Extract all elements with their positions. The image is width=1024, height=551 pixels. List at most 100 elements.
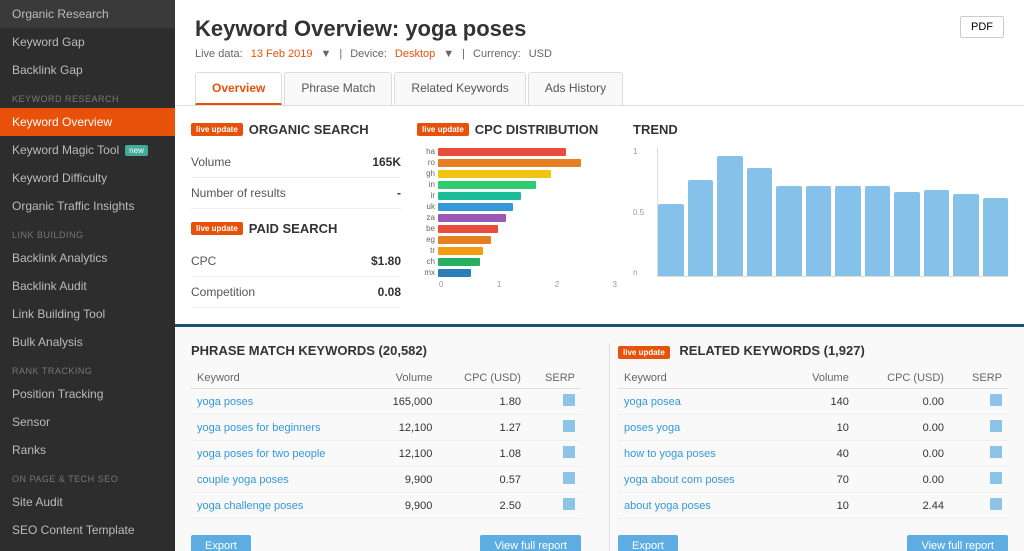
cpc-x-labels: 0 1 2 3 bbox=[417, 280, 617, 289]
phrase-cpc-2: 1.08 bbox=[438, 441, 527, 467]
sidebar-item-position-tracking[interactable]: Position Tracking bbox=[0, 380, 175, 408]
rel-col-keyword: Keyword bbox=[618, 368, 788, 389]
device-label: Device: bbox=[350, 48, 387, 60]
cpc-bar-row-0: ha bbox=[417, 147, 617, 156]
live-data-label: Live data: bbox=[195, 48, 243, 60]
phrase-match-title: PHRASE MATCH KEYWORDS (20,582) bbox=[191, 343, 581, 358]
phrase-kw-link-4[interactable]: yoga challenge poses bbox=[197, 500, 303, 512]
cpc-bar-6 bbox=[438, 214, 506, 222]
rel-col-cpc: CPC (USD) bbox=[855, 368, 950, 389]
phrase-match-row-4: yoga challenge poses 9,900 2.50 bbox=[191, 493, 581, 519]
sidebar-item-backlink-gap[interactable]: Backlink Gap bbox=[0, 56, 175, 84]
sidebar-item-organic-research[interactable]: Organic Research bbox=[0, 0, 175, 28]
sidebar-section-keyword-research: Keyword Research bbox=[0, 84, 175, 108]
cpc-distribution-panel: live update CPC DISTRIBUTION haroghiniru… bbox=[417, 122, 617, 308]
phrase-kw-link-1[interactable]: yoga poses for beginners bbox=[197, 422, 321, 434]
related-kw-link-3[interactable]: yoga about com poses bbox=[624, 474, 735, 486]
main-content: Keyword Overview: yoga poses PDF Live da… bbox=[175, 0, 1024, 551]
sidebar-item-keyword-overview[interactable]: Keyword Overview bbox=[0, 108, 175, 136]
cpc-bar-0 bbox=[438, 148, 566, 156]
cpc-bar-row-11: mx bbox=[417, 268, 617, 277]
related-vol-2: 40 bbox=[788, 441, 855, 467]
sidebar-item-ranks[interactable]: Ranks bbox=[0, 436, 175, 464]
phrase-match-view-full-button[interactable]: View full report bbox=[480, 535, 581, 551]
related-kw-view-full-button[interactable]: View full report bbox=[907, 535, 1008, 551]
trend-chart bbox=[657, 147, 1008, 277]
trend-bar-6 bbox=[835, 186, 861, 276]
related-kw-link-2[interactable]: how to yoga poses bbox=[624, 448, 716, 460]
trend-title: TREND bbox=[633, 122, 1008, 137]
cpc-bar-row-9: tr bbox=[417, 246, 617, 255]
tab-overview[interactable]: Overview bbox=[195, 72, 282, 105]
related-kw-link-4[interactable]: about yoga poses bbox=[624, 500, 711, 512]
related-serp-0 bbox=[950, 389, 1008, 415]
bottom-section: PHRASE MATCH KEYWORDS (20,582) Keyword V… bbox=[175, 327, 1024, 551]
rel-col-volume: Volume bbox=[788, 368, 855, 389]
tab-phrase-match-tab[interactable]: Phrase Match bbox=[284, 72, 392, 105]
phrase-match-actions: Export View full report bbox=[191, 527, 581, 551]
cpc-bar-3 bbox=[438, 181, 536, 189]
sidebar-item-organic-traffic[interactable]: Organic Traffic Insights bbox=[0, 192, 175, 220]
phrase-cpc-3: 0.57 bbox=[438, 467, 527, 493]
related-kw-row-3: yoga about com poses 70 0.00 bbox=[618, 467, 1008, 493]
sidebar-item-link-building-tool[interactable]: Link Building Tool bbox=[0, 300, 175, 328]
tab-ads-history-tab[interactable]: Ads History bbox=[528, 72, 623, 105]
results-row: Number of results - bbox=[191, 178, 401, 209]
date-link[interactable]: 13 Feb 2019 bbox=[251, 48, 313, 60]
cpc-bar-10 bbox=[438, 258, 480, 266]
phrase-cpc-0: 1.80 bbox=[438, 389, 527, 415]
related-cpc-1: 0.00 bbox=[855, 415, 950, 441]
phrase-match-export-button[interactable]: Export bbox=[191, 535, 251, 551]
related-vol-0: 140 bbox=[788, 389, 855, 415]
phrase-vol-0: 165,000 bbox=[372, 389, 439, 415]
phrase-vol-4: 9,900 bbox=[372, 493, 439, 519]
sidebar-item-seo-content-template[interactable]: SEO Content Template bbox=[0, 516, 175, 544]
sidebar-item-keyword-gap[interactable]: Keyword Gap bbox=[0, 28, 175, 56]
cpc-bar-4 bbox=[438, 192, 521, 200]
page-header: Keyword Overview: yoga poses PDF Live da… bbox=[175, 0, 1024, 106]
phrase-match-table: Keyword Volume CPC (USD) SERP yoga poses… bbox=[191, 368, 581, 519]
phrase-kw-link-2[interactable]: yoga poses for two people bbox=[197, 448, 325, 460]
phrase-kw-link-0[interactable]: yoga poses bbox=[197, 396, 253, 408]
tab-related-keywords-tab[interactable]: Related Keywords bbox=[394, 72, 525, 105]
related-vol-1: 10 bbox=[788, 415, 855, 441]
phrase-serp-2 bbox=[527, 441, 581, 467]
sidebar-item-keyword-difficulty[interactable]: Keyword Difficulty bbox=[0, 164, 175, 192]
sidebar-item-on-page-seo-checker[interactable]: On Page SEO Checker bbox=[0, 544, 175, 551]
sidebar-section-on-page-&-tech-seo: On Page & Tech SEO bbox=[0, 464, 175, 488]
search-metrics-panel: live update ORGANIC SEARCH Volume 165K N… bbox=[191, 122, 401, 308]
device-link[interactable]: Desktop bbox=[395, 48, 435, 60]
related-cpc-0: 0.00 bbox=[855, 389, 950, 415]
trend-chart-wrapper: 1 0.5 n bbox=[633, 147, 1008, 277]
phrase-cpc-1: 1.27 bbox=[438, 415, 527, 441]
cpc-bar-row-4: ir bbox=[417, 191, 617, 200]
sidebar-item-backlink-audit[interactable]: Backlink Audit bbox=[0, 272, 175, 300]
sidebar-item-keyword-magic[interactable]: Keyword Magic Toolnew bbox=[0, 136, 175, 164]
related-kw-link-1[interactable]: poses yoga bbox=[624, 422, 680, 434]
cpc-bar-11 bbox=[438, 269, 471, 277]
header-meta: Live data: 13 Feb 2019 ▼ | Device: Deskt… bbox=[195, 48, 1004, 60]
related-kw-export-button[interactable]: Export bbox=[618, 535, 678, 551]
phrase-kw-link-3[interactable]: couple yoga poses bbox=[197, 474, 289, 486]
paid-search-panel: live update PAID SEARCH CPC $1.80 Compet… bbox=[191, 221, 401, 308]
phrase-match-row-1: yoga poses for beginners 12,100 1.27 bbox=[191, 415, 581, 441]
sidebar-item-backlink-analytics[interactable]: Backlink Analytics bbox=[0, 244, 175, 272]
cpc-bar-row-10: ch bbox=[417, 257, 617, 266]
phrase-serp-3 bbox=[527, 467, 581, 493]
related-serp-3 bbox=[950, 467, 1008, 493]
related-kw-actions: Export View full report bbox=[618, 527, 1008, 551]
related-kw-link-0[interactable]: yoga posea bbox=[624, 396, 681, 408]
pdf-button[interactable]: PDF bbox=[960, 16, 1004, 38]
sidebar-item-sensor[interactable]: Sensor bbox=[0, 408, 175, 436]
related-vol-4: 10 bbox=[788, 493, 855, 519]
phrase-match-row-3: couple yoga poses 9,900 0.57 bbox=[191, 467, 581, 493]
sidebar-item-site-audit[interactable]: Site Audit bbox=[0, 488, 175, 516]
trend-bar-11 bbox=[983, 198, 1009, 276]
trend-bar-7 bbox=[865, 186, 891, 276]
cpc-bar-1 bbox=[438, 159, 581, 167]
competition-row: Competition 0.08 bbox=[191, 277, 401, 308]
trend-bar-5 bbox=[806, 186, 832, 276]
sidebar-item-bulk-analysis[interactable]: Bulk Analysis bbox=[0, 328, 175, 356]
related-kw-row-0: yoga posea 140 0.00 bbox=[618, 389, 1008, 415]
related-keywords-table: Keyword Volume CPC (USD) SERP yoga posea… bbox=[618, 368, 1008, 519]
